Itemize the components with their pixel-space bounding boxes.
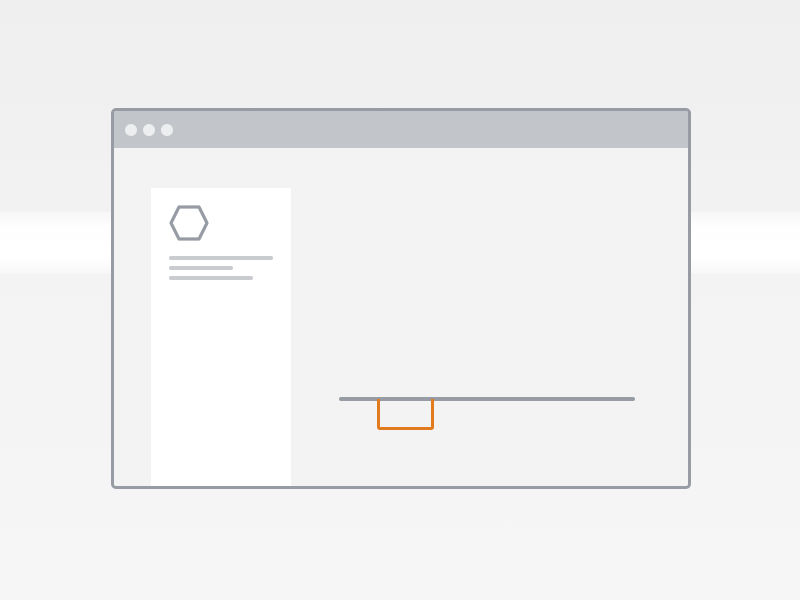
placeholder-text-line — [169, 256, 273, 260]
placeholder-text-line — [169, 266, 233, 270]
hexagon-icon — [169, 205, 209, 241]
close-dot-icon[interactable] — [125, 124, 137, 136]
placeholder-text-line — [169, 276, 253, 280]
pull-tab-drawer[interactable] — [377, 399, 434, 430]
window-titlebar — [114, 111, 688, 148]
maximize-dot-icon[interactable] — [161, 124, 173, 136]
minimize-dot-icon[interactable] — [143, 124, 155, 136]
browser-window — [111, 108, 691, 489]
sidebar-card — [151, 188, 291, 486]
